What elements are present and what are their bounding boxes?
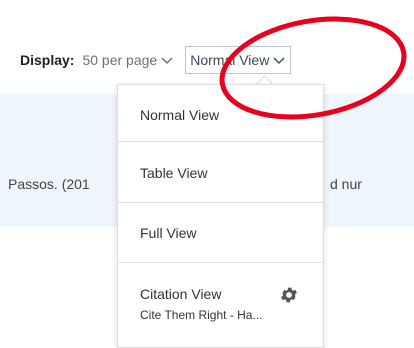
result-citation-text-end: d nur — [330, 176, 362, 192]
menu-item-normal-view[interactable]: Normal View — [118, 85, 323, 145]
menu-item-table-view[interactable]: Table View — [118, 143, 323, 203]
view-select-dropdown[interactable]: Normal View — [185, 46, 292, 74]
display-label: Display: — [20, 52, 75, 68]
per-page-value: 50 per page — [82, 52, 158, 68]
menu-divider — [118, 141, 323, 142]
display-bar: Display: 50 per page Normal View — [20, 46, 292, 74]
gear-icon[interactable] — [279, 285, 299, 308]
per-page-dropdown[interactable]: 50 per page — [82, 52, 173, 68]
view-select-value: Normal View — [190, 52, 270, 68]
citation-style-label: Cite Them Right - Ha... — [140, 308, 263, 322]
menu-item-label: Full View — [140, 225, 197, 241]
chevron-down-icon — [161, 52, 173, 68]
menu-item-label: Normal View — [140, 107, 220, 123]
menu-item-citation-view[interactable]: Citation View Cite Them Right - Ha... — [118, 263, 323, 345]
menu-item-label: Citation View — [140, 286, 222, 302]
result-citation-text: Passos. (201 — [8, 176, 90, 192]
menu-item-label: Table View — [140, 165, 208, 181]
chevron-down-icon — [273, 52, 285, 68]
view-menu: Normal View Table View Full View Citatio… — [117, 84, 324, 348]
menu-item-full-view[interactable]: Full View — [118, 203, 323, 263]
